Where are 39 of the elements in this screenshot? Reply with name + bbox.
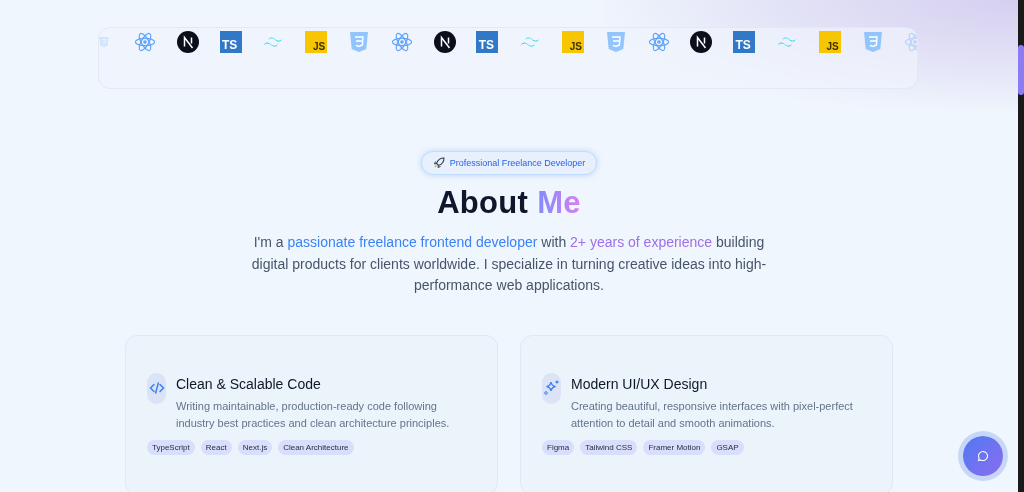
badge-text: Professional Freelance Developer [449,158,586,168]
tag: Framer Motion [643,439,706,455]
shield-3-icon [605,31,626,53]
atom-icon [647,31,670,53]
letter-n-circle-icon [433,31,456,53]
card-description: Creating beautiful, responsive interfaces with pixel-perfect attention to detail and smooth animations. [571,398,854,431]
ts-logo: TS [476,31,499,53]
tag: GSAP [711,439,744,455]
tag: TypeScript [147,439,195,455]
code-icon [147,372,166,404]
letter-n-circle-icon [176,31,199,53]
shield-3-icon [349,31,369,53]
intro-paragraph: I'm a passionate freelance frontend developer with 2+ years of experience building digital products for clients worldwide. I specialize in turning creative ideas into high-performance web applications. [250,233,768,295]
wave-icon [262,35,285,49]
tag: Figma [542,439,575,455]
atom-icon [390,31,413,53]
card-title: Modern UI/UX Design [571,375,709,392]
shield-3-icon [862,31,883,53]
chat-bubble-icon [977,450,989,462]
tag: Tailwind CSS [580,439,638,455]
ts-logo: TS [733,31,756,53]
js-logo: JS [305,31,328,53]
js-logo: JS [818,31,841,53]
about-heading: About Me [437,185,581,221]
atom-icon [134,31,156,53]
scrollbar[interactable] [1018,0,1024,492]
card-description: Writing maintainable, production-ready code following industry best practices and clean architecture principles. [176,398,451,431]
card-title: Clean & Scalable Code [176,375,322,392]
scrollbar-thumb[interactable] [1018,45,1024,95]
sparkle-icon [542,372,561,404]
letter-n-circle-icon [690,31,713,53]
wave-icon [775,35,798,49]
js-logo: JS [561,31,584,53]
tag: React [200,439,232,455]
rocket-icon [432,157,445,169]
tag: Next.js [237,439,273,455]
ts-logo: TS [219,31,242,53]
wave-icon [519,35,542,49]
tag: Clean Architecture [278,439,354,455]
